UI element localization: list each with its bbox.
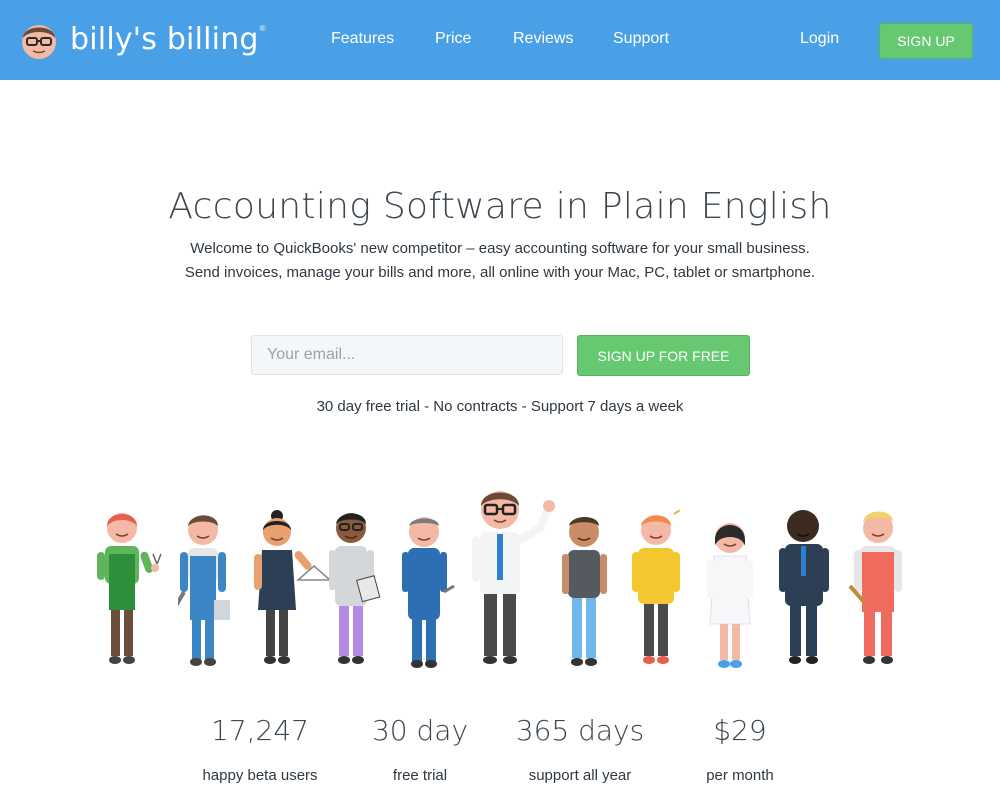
stat-label: support all year [528, 767, 632, 784]
stat-free-trial: 30 day free trial [340, 714, 500, 784]
doctor-figure [707, 523, 753, 668]
signup-for-free-button[interactable]: SIGN UP FOR FREE [577, 335, 750, 376]
stat-label: happy beta users [202, 767, 318, 784]
nav-features[interactable]: Features [331, 30, 394, 48]
people-illustration [0, 480, 1000, 680]
stat-value: 365 days [515, 714, 645, 747]
designer-figure [329, 513, 381, 664]
chef-figure [632, 510, 681, 664]
nav-support[interactable]: Support [613, 30, 669, 48]
casual-figure [562, 517, 607, 666]
stat-value: 30 day [371, 714, 469, 747]
stat-label: per month [706, 767, 774, 784]
billy-avatar-icon [22, 25, 56, 59]
email-input[interactable] [251, 335, 563, 375]
logo-text: billy's billing [70, 22, 259, 57]
top-navigation-bar: billy's billing ® Features Price Reviews… [0, 0, 1000, 80]
nav-reviews[interactable]: Reviews [513, 30, 573, 48]
logo[interactable]: billy's billing ® [20, 20, 266, 60]
stat-value: $29 [713, 714, 767, 747]
logo-registered-mark: ® [259, 23, 266, 33]
stat-support: 365 days support all year [500, 714, 660, 784]
login-link[interactable]: Login [800, 30, 839, 48]
page-title: Accounting Software in Plain English [168, 186, 832, 227]
carpenter-figure [848, 511, 902, 664]
stat-value: 17,247 [211, 714, 309, 747]
stat-label: free trial [392, 767, 448, 784]
businessman-figure [779, 510, 829, 664]
nav-price[interactable]: Price [435, 30, 471, 48]
mechanic-figure [402, 517, 455, 668]
trial-note: 30 day free trial - No contracts - Suppo… [316, 398, 684, 415]
painter-figure [178, 515, 230, 666]
billy-figure [472, 491, 555, 664]
stat-price: $29 per month [660, 714, 820, 784]
hero-subtitle-line-2: Send invoices, manage your bills and mor… [184, 264, 816, 281]
hero-subtitle-line-1: Welcome to QuickBooks' new competitor – … [190, 240, 810, 257]
stat-beta-users: 17,247 happy beta users [180, 714, 340, 784]
tailor-figure [254, 510, 332, 664]
signup-button[interactable]: SIGN UP [879, 23, 973, 59]
gardener-figure [97, 513, 162, 664]
